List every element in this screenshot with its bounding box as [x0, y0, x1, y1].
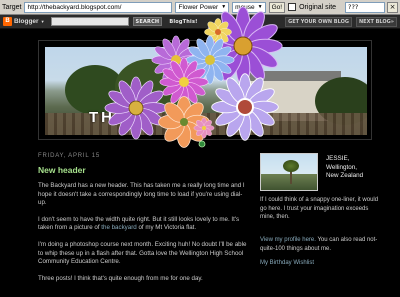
palm-trunk — [290, 170, 292, 184]
go-button[interactable]: Go! — [268, 1, 286, 13]
chevron-down-icon: ▼ — [257, 3, 263, 10]
blogger-navbar: B Blogger ▼ SEARCH BlogThis! GET YOUR OW… — [0, 15, 400, 29]
profile-name-line: Wellington, — [326, 163, 358, 171]
close-button[interactable]: × — [387, 1, 398, 13]
profile-name: JESSIE, Wellington, New Zealand — [326, 155, 363, 181]
mode-value: mouse — [235, 3, 255, 11]
post-text: of my Mt Victoria flat. — [136, 224, 197, 232]
backyard-link[interactable]: the backyard — [101, 224, 136, 231]
chevron-down-icon: ▼ — [40, 19, 45, 24]
blog-search-input[interactable] — [50, 17, 129, 26]
blogger-brand: Blogger — [14, 18, 39, 25]
header-photo: THE — [45, 47, 367, 135]
tree — [115, 59, 185, 115]
view-profile-link[interactable]: View my profile here. — [260, 237, 316, 243]
flower-bud — [198, 140, 206, 148]
profile-name-line: JESSIE, — [326, 155, 350, 162]
post-body: The Backyard has a new header. This has … — [38, 182, 248, 283]
blog-header: THE — [38, 40, 372, 140]
blogthis-button[interactable]: BlogThis! — [166, 17, 201, 26]
blog-title[interactable]: THE — [89, 109, 128, 126]
filter-value: Flower Power — [178, 3, 219, 11]
browser-toolbar: Target http://thebackyard.blogspot.com/ … — [0, 0, 400, 15]
original-site-checkbox[interactable] — [288, 3, 297, 11]
post-paragraph: The Backyard has a new header. This has … — [38, 182, 245, 207]
get-own-blog-link[interactable]: GET YOUR OWN BLOG — [285, 16, 352, 27]
blogger-icon: B — [3, 17, 12, 26]
post-date: FRIDAY, APRIL 15 — [38, 153, 101, 159]
target-label: Target — [2, 3, 22, 11]
post-paragraph: Three posts! I think that's quite enough… — [38, 274, 203, 282]
profile-photo — [260, 153, 318, 191]
chevron-down-icon: ▼ — [221, 3, 227, 10]
post-title[interactable]: New header — [38, 165, 248, 175]
filter-select[interactable]: Flower Power ▼ — [175, 1, 230, 13]
post-paragraph: I'm doing a photoshop course next month.… — [38, 240, 247, 266]
palm-tree-icon — [283, 160, 299, 172]
post-column: FRIDAY, APRIL 15 New header The Backyard… — [38, 153, 248, 291]
original-site-label: Original site — [299, 3, 337, 11]
blogger-logo[interactable]: B Blogger ▼ — [3, 17, 45, 26]
search-button[interactable]: SEARCH — [132, 17, 163, 26]
next-blog-link[interactable]: NEXT BLOG» — [355, 16, 397, 27]
birthday-wishlist-link[interactable]: My Birthday Wishlist — [260, 260, 314, 266]
mode-select[interactable]: mouse ▼ — [232, 1, 266, 13]
url-input[interactable]: http://thebackyard.blogspot.com/ — [24, 1, 173, 13]
profile-about: If I could think of a snappy one-liner, … — [260, 197, 379, 220]
profile-name-line: New Zealand — [326, 172, 364, 179]
help-field[interactable]: ??? — [345, 1, 385, 13]
post-paragraph: I don't seem to have the width quite rig… — [38, 216, 248, 233]
profile-links: View my profile here. You can also read … — [260, 236, 384, 253]
